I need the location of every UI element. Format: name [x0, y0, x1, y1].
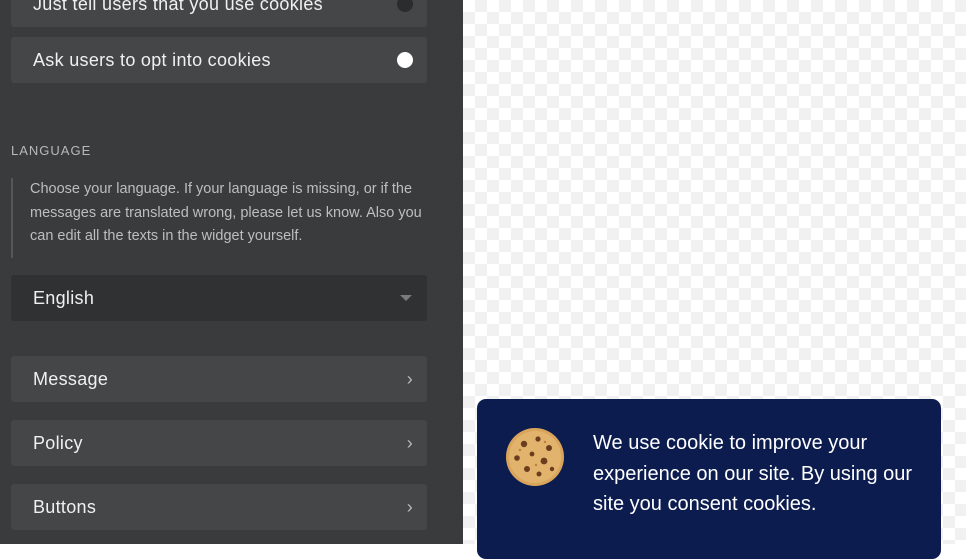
language-select[interactable]: English: [11, 275, 427, 321]
option-label: Just tell users that you use cookies: [33, 0, 323, 14]
menu-item-label: Policy: [33, 432, 83, 453]
radio-button[interactable]: [397, 0, 413, 12]
option-label: Ask users to opt into cookies: [33, 49, 271, 70]
chevron-right-icon: ›: [406, 497, 413, 517]
option-opt-in[interactable]: Ask users to opt into cookies: [11, 37, 427, 83]
settings-sidebar: Just tell users that you use cookies Ask…: [0, 0, 463, 544]
menu-item-label: Message: [33, 368, 109, 389]
radio-button-selected[interactable]: [397, 52, 413, 68]
menu-item-message[interactable]: Message ›: [11, 356, 427, 402]
chevron-right-icon: ›: [406, 369, 413, 389]
menu-item-buttons[interactable]: Buttons ›: [11, 484, 427, 530]
caret-down-icon: [400, 295, 412, 301]
cookie-banner-message: We use cookie to improve your experience…: [593, 432, 913, 515]
cookie-icon: [506, 428, 564, 486]
chevron-right-icon: ›: [406, 433, 413, 453]
language-section-title: LANGUAGE: [11, 143, 92, 158]
menu-item-policy[interactable]: Policy ›: [11, 420, 427, 466]
option-tell-users[interactable]: Just tell users that you use cookies: [11, 0, 427, 27]
widget-preview-area: We use cookie to improve your experience…: [463, 0, 966, 559]
language-select-value: English: [33, 287, 95, 308]
language-hint: Choose your language. If your language i…: [11, 178, 427, 258]
menu-item-label: Buttons: [33, 496, 97, 517]
cookie-banner: We use cookie to improve your experience…: [477, 399, 941, 559]
